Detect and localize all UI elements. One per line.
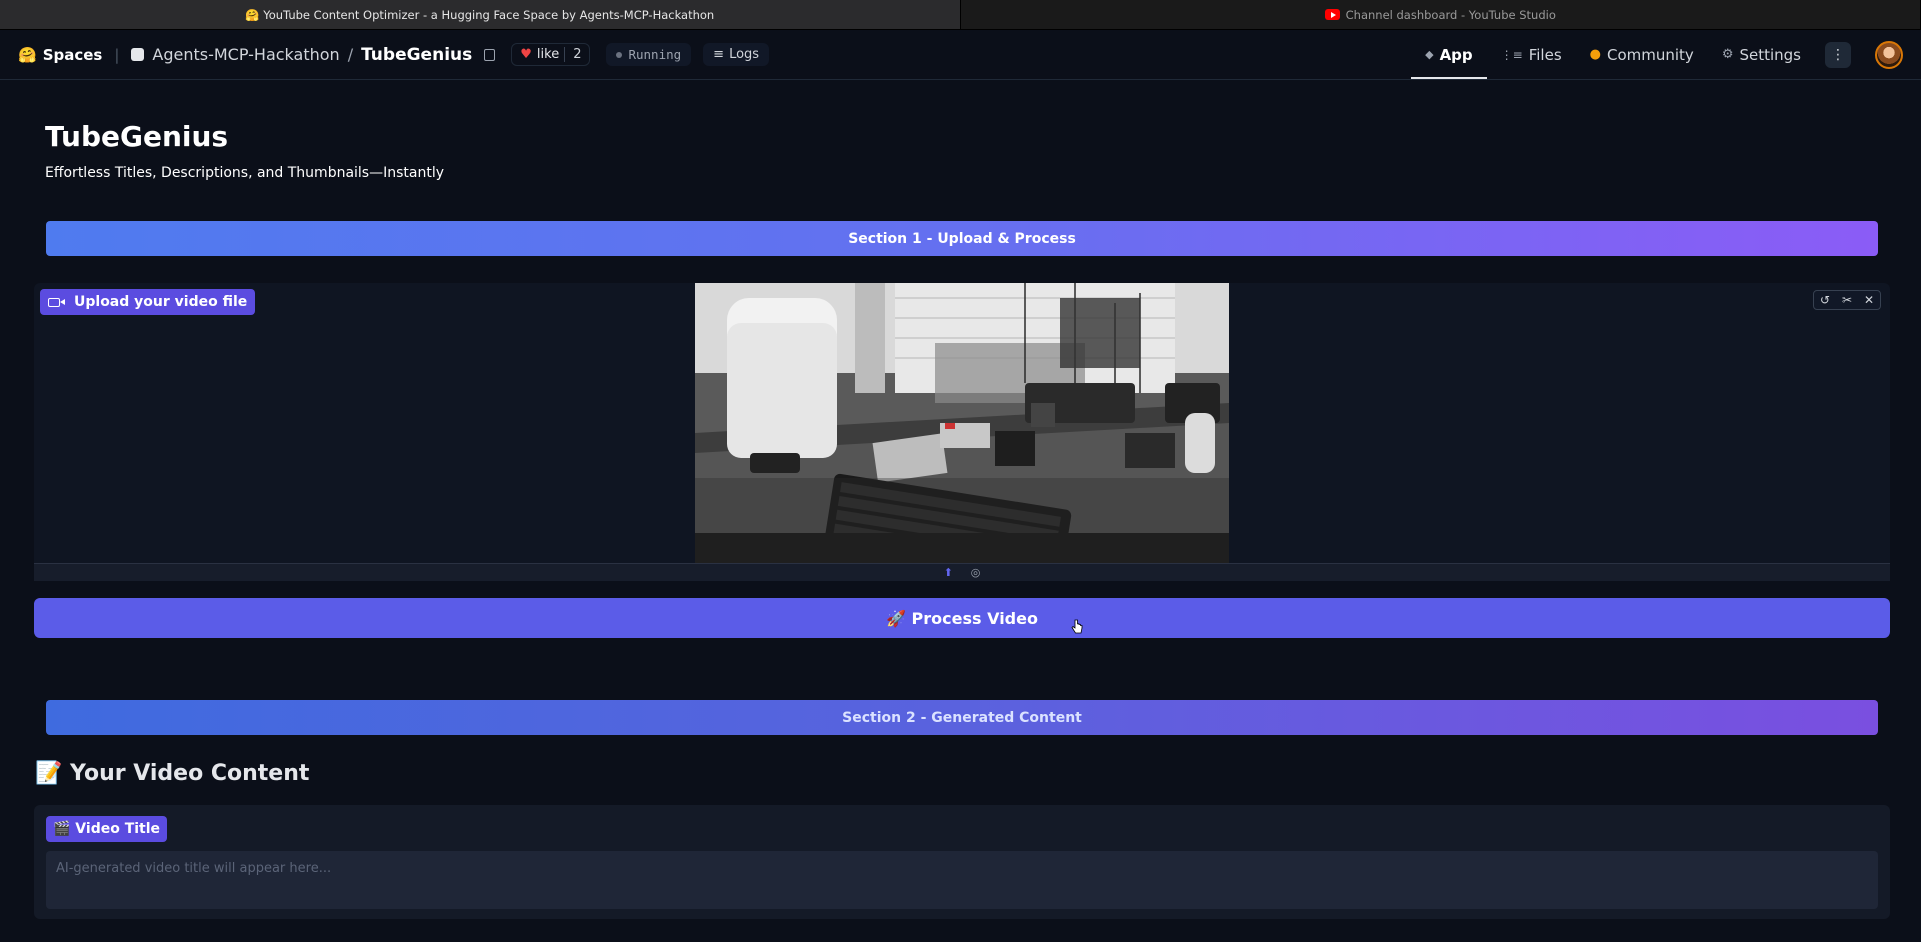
logs-icon: ≡ bbox=[713, 47, 725, 62]
browser-tab-hf-space[interactable]: 🤗 YouTube Content Optimizer - a Hugging … bbox=[0, 0, 961, 29]
upload-icon[interactable]: ⬆ bbox=[944, 566, 953, 579]
org-link[interactable]: Agents-MCP-Hackathon bbox=[152, 45, 339, 64]
close-icon[interactable]: ✕ bbox=[1864, 293, 1874, 307]
hf-header: 🤗 Spaces | Agents-MCP-Hackathon / TubeGe… bbox=[0, 30, 1921, 80]
section-2-banner: Section 2 - Generated Content bbox=[46, 700, 1878, 735]
tab-community[interactable]: ● Community bbox=[1576, 30, 1708, 79]
tab-files[interactable]: ⋮≡ Files bbox=[1487, 30, 1576, 79]
page-subtitle: Effortless Titles, Descriptions, and Thu… bbox=[45, 165, 445, 181]
community-icon: ● bbox=[1589, 47, 1601, 62]
video-frame-image bbox=[695, 283, 1229, 563]
divider: | bbox=[114, 45, 120, 64]
undo-icon[interactable]: ↺ bbox=[1820, 293, 1830, 307]
files-icon: ⋮≡ bbox=[1500, 47, 1523, 62]
hand-cursor-icon bbox=[1071, 619, 1083, 634]
page-title: TubeGenius bbox=[45, 120, 229, 153]
space-name-link[interactable]: TubeGenius bbox=[361, 45, 472, 65]
browser-tab-youtube-studio[interactable]: Channel dashboard - YouTube Studio bbox=[960, 0, 1921, 29]
video-title-label: 🎬 Video Title bbox=[46, 816, 168, 842]
heart-icon: ♥ bbox=[520, 47, 532, 62]
video-title-field[interactable] bbox=[46, 851, 1878, 909]
like-label: like bbox=[536, 47, 560, 62]
status-dot-icon bbox=[616, 51, 623, 58]
tab-label: Channel dashboard - YouTube Studio bbox=[1345, 7, 1556, 22]
copy-icon[interactable] bbox=[484, 48, 496, 61]
video-preview[interactable] bbox=[695, 283, 1229, 563]
breadcrumb: 🤗 Spaces | Agents-MCP-Hackathon / TubeGe… bbox=[18, 43, 770, 66]
video-upload-label-text: Upload your video file bbox=[74, 294, 248, 310]
media-tools: ↺ ✂ ✕ bbox=[1813, 290, 1881, 310]
space-nav: ◆ App ⋮≡ Files ● Community ⚙ Settings ⋮ bbox=[1411, 30, 1903, 79]
video-camera-icon bbox=[48, 297, 65, 307]
like-button[interactable]: ♥ like 2 bbox=[511, 43, 591, 66]
youtube-icon bbox=[1324, 9, 1340, 20]
process-video-button[interactable]: 🚀 Process Video bbox=[34, 598, 1890, 638]
breadcrumb-slash: / bbox=[347, 45, 354, 64]
tab-settings[interactable]: ⚙ Settings bbox=[1708, 30, 1815, 79]
tab-app[interactable]: ◆ App bbox=[1411, 30, 1487, 79]
webcam-icon[interactable]: ◎ bbox=[971, 566, 981, 579]
org-avatar bbox=[131, 48, 145, 61]
gear-icon: ⚙ bbox=[1721, 47, 1734, 62]
spaces-link[interactable]: 🤗 Spaces bbox=[18, 46, 102, 64]
video-upload-label: Upload your video file bbox=[40, 289, 256, 315]
status-badge[interactable]: Running bbox=[606, 43, 692, 66]
video-source-bar: ⬆ ◎ bbox=[34, 563, 1890, 581]
tab-label: 🤗 YouTube Content Optimizer - a Hugging … bbox=[245, 7, 715, 22]
app-icon: ◆ bbox=[1425, 48, 1434, 61]
browser-tab-strip: 🤗 YouTube Content Optimizer - a Hugging … bbox=[0, 0, 1921, 30]
more-options-button[interactable]: ⋮ bbox=[1825, 41, 1851, 68]
spaces-label: Spaces bbox=[42, 45, 103, 64]
content-heading: 📝 Your Video Content bbox=[35, 761, 310, 786]
like-count: 2 bbox=[564, 47, 581, 62]
user-avatar[interactable] bbox=[1875, 40, 1903, 69]
tab-settings-label: Settings bbox=[1739, 45, 1801, 64]
section-1-banner: Section 1 - Upload & Process bbox=[46, 221, 1878, 256]
logs-button[interactable]: ≡ Logs bbox=[703, 43, 770, 66]
tab-community-label: Community bbox=[1606, 45, 1694, 64]
page-bottom bbox=[0, 930, 1921, 942]
tab-app-label: App bbox=[1439, 45, 1473, 64]
tab-files-label: Files bbox=[1528, 45, 1562, 64]
more-icon: ⋮ bbox=[1831, 46, 1845, 63]
logs-label: Logs bbox=[729, 47, 760, 62]
hugging-face-logo-icon: 🤗 bbox=[18, 45, 37, 64]
status-label: Running bbox=[628, 47, 682, 62]
scissors-icon[interactable]: ✂ bbox=[1842, 293, 1852, 307]
